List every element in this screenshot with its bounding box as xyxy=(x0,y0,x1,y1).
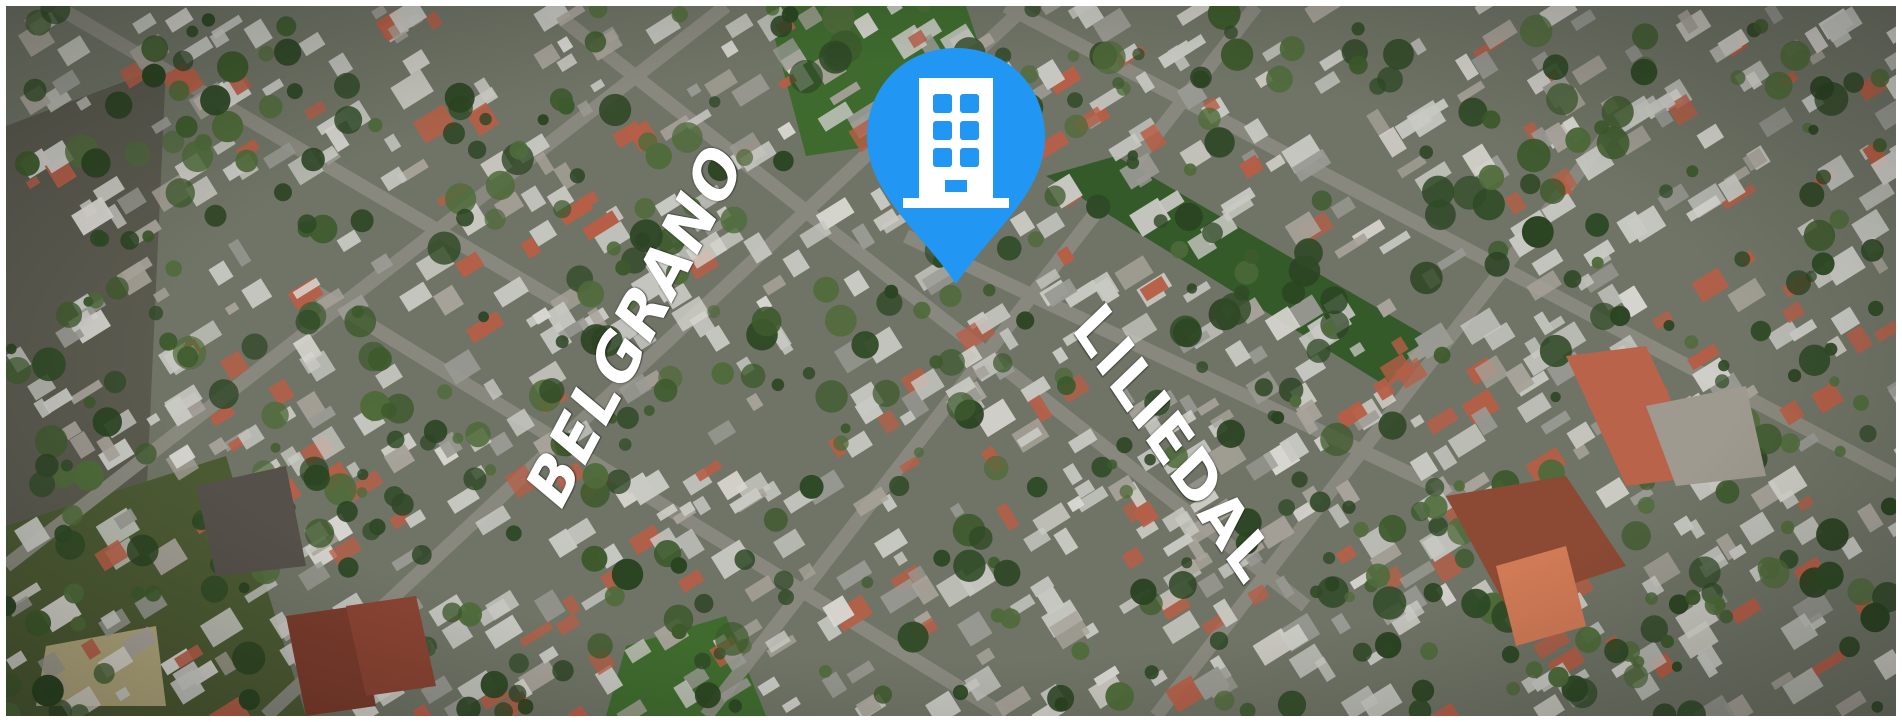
location-pin[interactable] xyxy=(863,44,1049,288)
satellite-map[interactable]: BELGRANO LILIEDAL xyxy=(6,6,1896,716)
